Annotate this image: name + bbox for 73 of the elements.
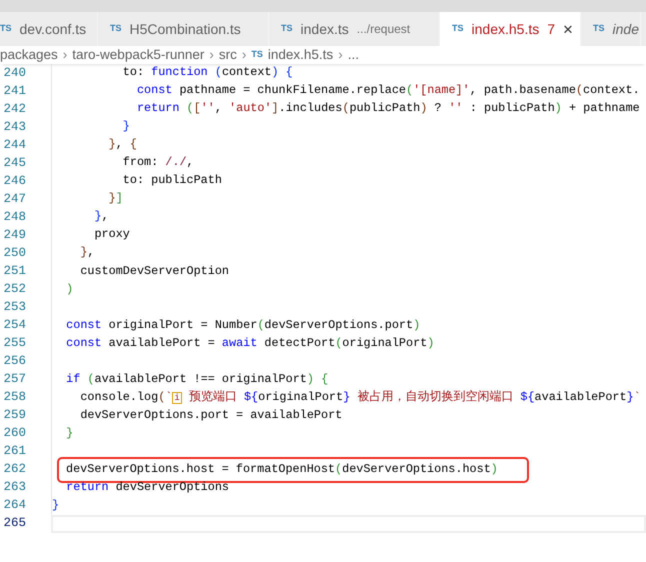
line-number: 250 <box>2 244 26 262</box>
breadcrumb-item[interactable]: index.h5.ts <box>268 44 334 66</box>
line-number: 259 <box>2 407 26 424</box>
typescript-icon: TS <box>110 22 122 36</box>
line-number: 249 <box>2 226 26 244</box>
code-line: } <box>122 118 130 136</box>
line-number: 264 <box>2 497 26 514</box>
tab-description: .../request <box>356 21 410 38</box>
chevron-icon: › <box>242 44 246 66</box>
code-line: to: publicPath <box>122 172 222 190</box>
breadcrumb-item[interactable]: taro-webpack5-runner <box>72 44 204 66</box>
line-number: 242 <box>2 100 26 118</box>
typescript-icon: TS <box>0 22 12 36</box>
line-number: 258 <box>2 389 26 406</box>
line-number: 253 <box>2 299 26 316</box>
line-number: 254 <box>2 317 26 334</box>
line-number: 263 <box>2 479 26 496</box>
tab-label: H5Combination.ts <box>130 20 241 38</box>
code-line: } <box>65 424 74 442</box>
line-number: 265 <box>2 515 26 532</box>
line-number: 241 <box>2 82 26 100</box>
code-line: from: /./, <box>122 154 194 172</box>
tab-label: dev.conf.ts <box>20 20 86 38</box>
typescript-icon: TS <box>251 48 263 62</box>
line-number: 260 <box>2 425 26 442</box>
problem-count: 7 <box>547 20 556 38</box>
chevron-icon: › <box>338 44 343 66</box>
code-line: proxy <box>93 226 130 244</box>
code-line: console.log(` i 预览端口 ${originalPort} 被占用，自动切换到空闲端口 ${availablePort}` <box>79 388 641 406</box>
line-number: 251 <box>2 262 26 280</box>
chevron-icon: › <box>62 44 68 66</box>
code-line: devServerOptions.port = availablePort <box>79 406 342 424</box>
line-number: 248 <box>2 208 26 226</box>
line-number: 245 <box>2 154 26 172</box>
code-line: if (availablePort !== originalPort) { <box>65 370 328 388</box>
code-line: }, { <box>108 136 137 154</box>
line-number: 247 <box>2 190 26 208</box>
code-line: devServerOptions.host = formatOpenHost(devServerOptions.host) <box>66 462 498 476</box>
code-line: return devServerOptions <box>65 478 229 496</box>
line-number: 255 <box>2 335 26 352</box>
line-number: 246 <box>2 172 26 190</box>
code-line: const pathname = chunkFilename.replace('[name]', path.basename(context. <box>136 82 640 100</box>
tab-label: index.ts <box>300 20 349 38</box>
line-number: 261 <box>2 443 26 460</box>
code-line: const availablePort = await detectPort(originalPort) <box>65 334 434 352</box>
line-number: 257 <box>2 371 26 388</box>
code-line: ) <box>65 280 74 298</box>
code-line: const originalPort = Number(devServerOptions.port) <box>65 316 420 334</box>
typescript-icon: TS <box>593 22 605 36</box>
line-number: 243 <box>2 118 26 136</box>
typescript-icon: TS <box>452 22 464 36</box>
tab-label: index.h5.ts <box>472 20 540 38</box>
line-number: 240 <box>2 64 26 82</box>
code-line: }] <box>108 190 123 208</box>
line-number: 262 <box>2 461 26 478</box>
editor-tab[interactable]: TS index.h5.ts 7 × <box>440 12 581 46</box>
tab-label: inde <box>612 20 639 38</box>
code-line: return (['', 'auto'].includes(publicPath) ? '' : publicPath) + pathname <box>136 100 640 118</box>
typescript-icon: TS <box>281 22 293 36</box>
line-number: 256 <box>2 353 26 370</box>
breadcrumb-item[interactable]: packages <box>0 44 58 66</box>
code-line: }, <box>79 244 94 262</box>
editor-tab[interactable]: TS dev.conf.ts <box>0 12 98 46</box>
line-number: 252 <box>2 281 26 298</box>
code-line: } <box>52 496 60 514</box>
chevron-icon: › <box>209 44 214 66</box>
breadcrumb-item[interactable]: src <box>218 44 237 66</box>
breadcrumb-item[interactable]: ... <box>348 44 359 66</box>
close-icon[interactable]: × <box>563 20 573 38</box>
code-line: }, <box>93 208 109 226</box>
code-line: to: function (context) { <box>122 64 293 82</box>
code-line: customDevServerOption <box>79 262 229 280</box>
line-number: 244 <box>2 136 26 154</box>
